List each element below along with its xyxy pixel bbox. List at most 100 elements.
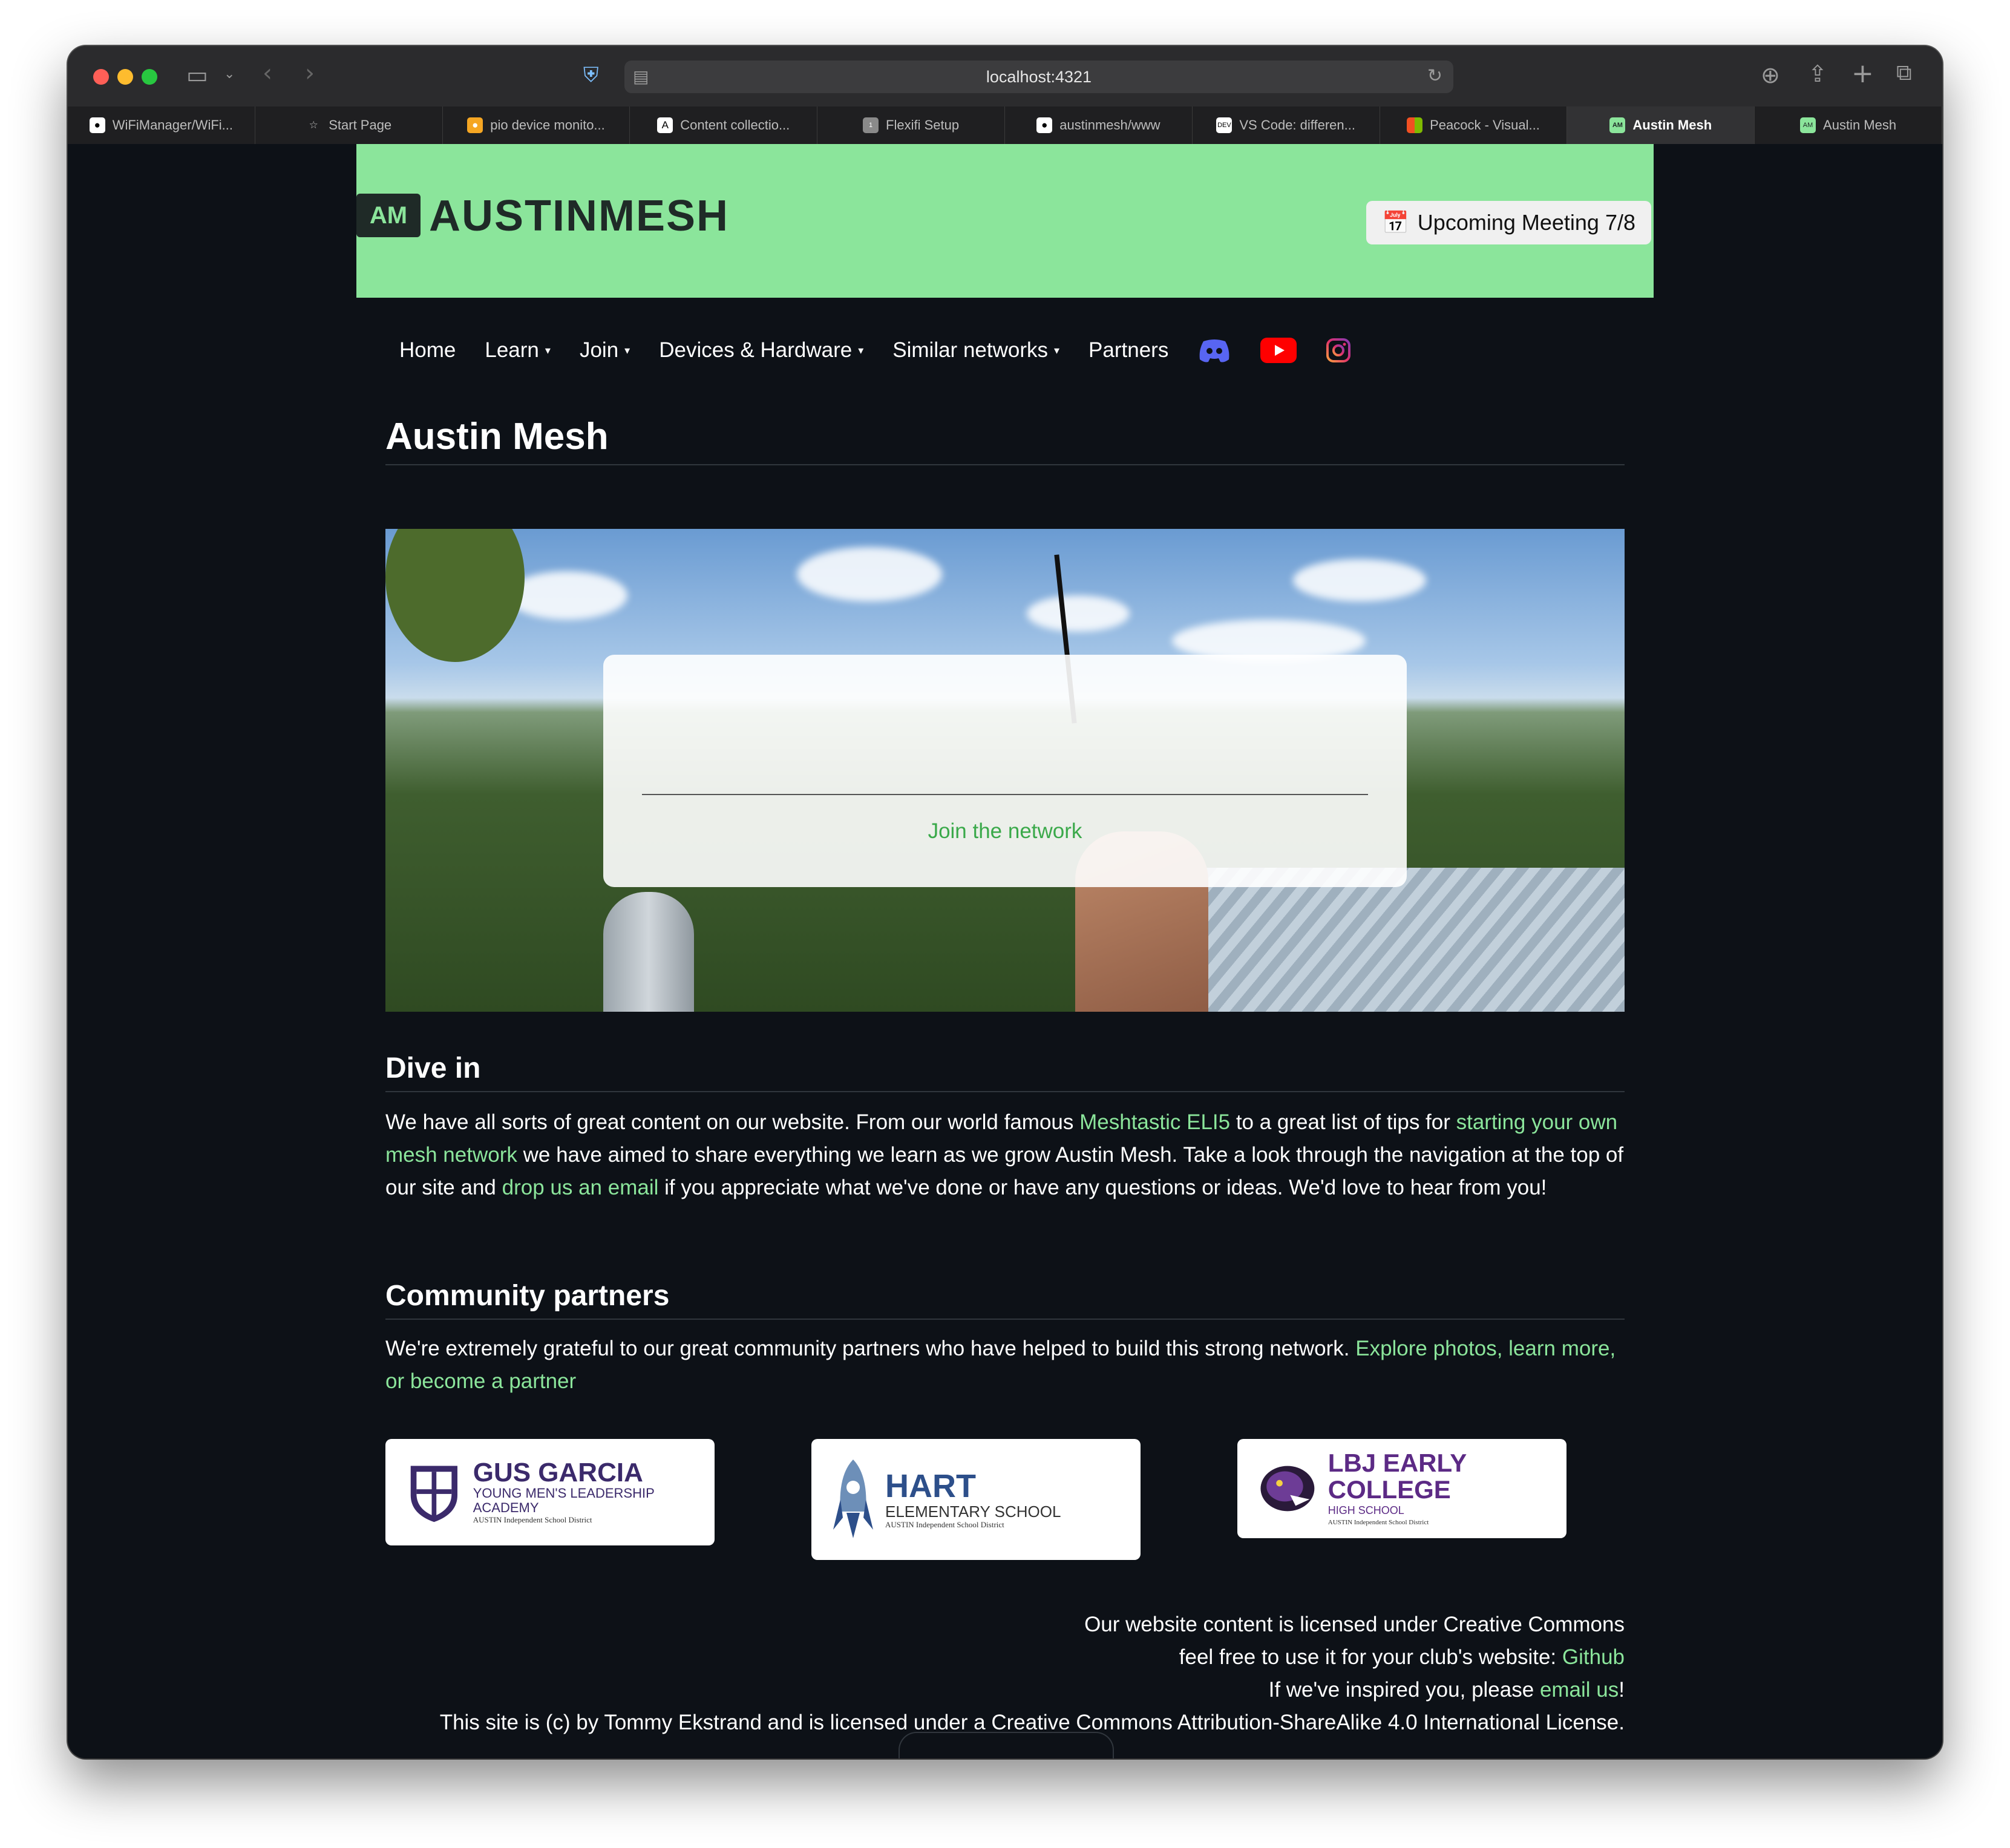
github-icon: ● bbox=[1036, 117, 1053, 133]
site-footer: Our website content is licensed under Cr… bbox=[385, 1608, 1625, 1739]
partner-name: HART bbox=[885, 1468, 976, 1504]
text: feel free to use it for your club's webs… bbox=[1179, 1645, 1562, 1669]
address-bar[interactable]: ▤ localhost:4321 ↻ bbox=[624, 61, 1453, 93]
text: If we've inspired you, please bbox=[1268, 1678, 1540, 1702]
silo bbox=[603, 892, 694, 1012]
browser-tab[interactable]: ● pio device monito... bbox=[443, 106, 630, 144]
nav-label: Join bbox=[579, 338, 619, 362]
back-icon[interactable]: ‹ bbox=[263, 59, 272, 87]
austinmesh-icon: AM bbox=[1609, 117, 1626, 133]
footer-email-line: If we've inspired you, please email us! bbox=[385, 1674, 1625, 1706]
youtube-icon[interactable] bbox=[1260, 338, 1297, 363]
zoom-window-button[interactable] bbox=[142, 69, 157, 85]
email-link[interactable]: drop us an email bbox=[502, 1176, 659, 1199]
community-paragraph: We're extremely grateful to our great co… bbox=[385, 1332, 1625, 1398]
cloud bbox=[506, 571, 627, 620]
number-badge-icon: 1 bbox=[863, 117, 879, 133]
page-title: Austin Mesh bbox=[385, 415, 1625, 465]
site-banner: AM AUSTINMESH 📅 Upcoming Meeting 7/8 bbox=[356, 144, 1654, 298]
browser-tab[interactable]: A Content collectio... bbox=[630, 106, 818, 144]
caret-down-icon: ▾ bbox=[1054, 344, 1060, 356]
tab-label: Austin Mesh bbox=[1632, 117, 1712, 133]
share-icon[interactable]: ⇪ bbox=[1808, 61, 1827, 87]
browser-tab[interactable]: ● WiFiManager/WiFi... bbox=[68, 106, 255, 144]
partner-card-lbj[interactable]: LBJ EARLY COLLEGE HIGH SCHOOL AUSTIN Ind… bbox=[1237, 1439, 1566, 1538]
partner-logos: GUS GARCIA YOUNG MEN'S LEADERSHIP ACADEM… bbox=[385, 1439, 1625, 1572]
partner-card-hart[interactable]: HART ELEMENTARY SCHOOL AUSTIN Independen… bbox=[811, 1439, 1141, 1560]
nav-label: Devices & Hardware bbox=[659, 338, 853, 362]
privacy-report-icon[interactable]: ⛨ bbox=[583, 63, 599, 87]
partner-text: HART ELEMENTARY SCHOOL AUSTIN Independen… bbox=[885, 1469, 1061, 1530]
discord-icon[interactable] bbox=[1197, 338, 1231, 363]
partner-text: LBJ EARLY COLLEGE HIGH SCHOOL AUSTIN Ind… bbox=[1328, 1450, 1566, 1527]
tab-label: austinmesh/www bbox=[1059, 117, 1160, 133]
partner-district: AUSTIN Independent School District bbox=[1327, 1519, 1429, 1526]
browser-tab[interactable]: ☆ Start Page bbox=[255, 106, 443, 144]
divider bbox=[642, 794, 1368, 795]
reload-icon[interactable]: ↻ bbox=[1427, 65, 1442, 87]
new-tab-icon[interactable]: + bbox=[1851, 58, 1874, 89]
meshtastic-eli5-link[interactable]: Meshtastic ELI5 bbox=[1079, 1110, 1230, 1134]
caret-down-icon: ▾ bbox=[545, 344, 551, 356]
browser-toolbar: ▭ ⌄ ‹ › ⛨ ▤ localhost:4321 ↻ ⊕ ⇪ + ⧉ bbox=[68, 46, 1942, 106]
nav-label: Partners bbox=[1088, 338, 1169, 362]
partner-name: GUS GARCIA bbox=[473, 1458, 643, 1487]
tab-label: Austin Mesh bbox=[1823, 117, 1897, 133]
caret-down-icon: ▾ bbox=[858, 344, 864, 356]
platformio-icon: ● bbox=[467, 117, 483, 133]
dev-icon: DEV bbox=[1216, 117, 1233, 133]
join-network-link[interactable]: Join the network bbox=[603, 819, 1407, 844]
shield-crest-icon bbox=[410, 1466, 458, 1522]
site-logo-text[interactable]: AUSTINMESH bbox=[429, 191, 729, 241]
nav-item-partners[interactable]: Partners bbox=[1088, 338, 1168, 362]
nav-item-learn[interactable]: Learn ▾ bbox=[485, 338, 551, 362]
tab-label: VS Code: differen... bbox=[1239, 117, 1355, 133]
austinmesh-logo-icon[interactable]: AM bbox=[356, 194, 421, 237]
upcoming-meeting-button[interactable]: 📅 Upcoming Meeting 7/8 bbox=[1366, 201, 1651, 244]
main-nav: Home Learn ▾ Join ▾ Devices & Hardware ▾ Simila… bbox=[399, 338, 1351, 363]
nav-item-home[interactable]: Home bbox=[399, 338, 456, 362]
text: We have all sorts of great content on ou… bbox=[385, 1110, 1080, 1134]
tab-label: WiFiManager/WiFi... bbox=[112, 117, 234, 133]
browser-tab[interactable]: AM Austin Mesh bbox=[1755, 106, 1942, 144]
partner-subtitle: ELEMENTARY SCHOOL bbox=[885, 1502, 1061, 1521]
forward-icon[interactable]: › bbox=[305, 59, 315, 87]
chevron-down-icon[interactable]: ⌄ bbox=[224, 67, 235, 82]
calendar-icon: 📅 bbox=[1381, 210, 1409, 235]
sidebar-toggle-icon[interactable]: ▭ bbox=[186, 62, 208, 88]
text: to a great list of tips for bbox=[1230, 1110, 1456, 1134]
browser-tab[interactable]: AM Austin Mesh bbox=[1567, 106, 1755, 144]
tab-label: Start Page bbox=[329, 117, 392, 133]
partner-district: AUSTIN Independent School District bbox=[473, 1515, 592, 1524]
hero-overlay-card: Join the network bbox=[603, 655, 1407, 887]
footer-github-line: feel free to use it for your club's webs… bbox=[385, 1641, 1625, 1674]
partner-card-gus-garcia[interactable]: GUS GARCIA YOUNG MEN'S LEADERSHIP ACADEM… bbox=[385, 1439, 715, 1545]
instagram-icon[interactable] bbox=[1326, 338, 1351, 363]
dev-toolbar[interactable] bbox=[899, 1732, 1114, 1758]
meeting-label: Upcoming Meeting 7/8 bbox=[1417, 210, 1635, 235]
rocket-icon bbox=[833, 1460, 873, 1538]
tab-overview-icon[interactable]: ⧉ bbox=[1896, 61, 1912, 86]
nav-item-similar-networks[interactable]: Similar networks ▾ bbox=[892, 338, 1059, 362]
url-text: localhost:4321 bbox=[986, 68, 1092, 86]
tab-label: pio device monito... bbox=[490, 117, 605, 133]
footer-email-link[interactable]: email us bbox=[1540, 1678, 1619, 1702]
tab-bar: ● WiFiManager/WiFi... ☆ Start Page ● pio devi… bbox=[68, 106, 1942, 145]
dive-in-paragraph: We have all sorts of great content on ou… bbox=[385, 1106, 1625, 1204]
browser-tab[interactable]: 1 Flexifi Setup bbox=[817, 106, 1005, 144]
nav-label: Home bbox=[399, 338, 456, 362]
cloud bbox=[1027, 595, 1130, 632]
close-window-button[interactable] bbox=[93, 69, 109, 85]
nav-item-devices-hardware[interactable]: Devices & Hardware ▾ bbox=[659, 338, 863, 362]
partner-name: LBJ EARLY COLLEGE bbox=[1327, 1449, 1467, 1504]
github-link[interactable]: Github bbox=[1562, 1645, 1625, 1669]
browser-window: ▭ ⌄ ‹ › ⛨ ▤ localhost:4321 ↻ ⊕ ⇪ + ⧉ ● Wi… bbox=[68, 46, 1942, 1758]
browser-tab[interactable]: Peacock - Visual... bbox=[1380, 106, 1568, 144]
downloads-icon[interactable]: ⊕ bbox=[1761, 62, 1780, 88]
nav-item-join[interactable]: Join ▾ bbox=[580, 338, 630, 362]
browser-tab[interactable]: ● austinmesh/www bbox=[1005, 106, 1193, 144]
minimize-window-button[interactable] bbox=[117, 69, 133, 85]
caret-down-icon: ▾ bbox=[624, 344, 630, 356]
browser-tab[interactable]: DEV VS Code: differen... bbox=[1193, 106, 1380, 144]
jaguar-mascot-icon bbox=[1260, 1466, 1315, 1512]
